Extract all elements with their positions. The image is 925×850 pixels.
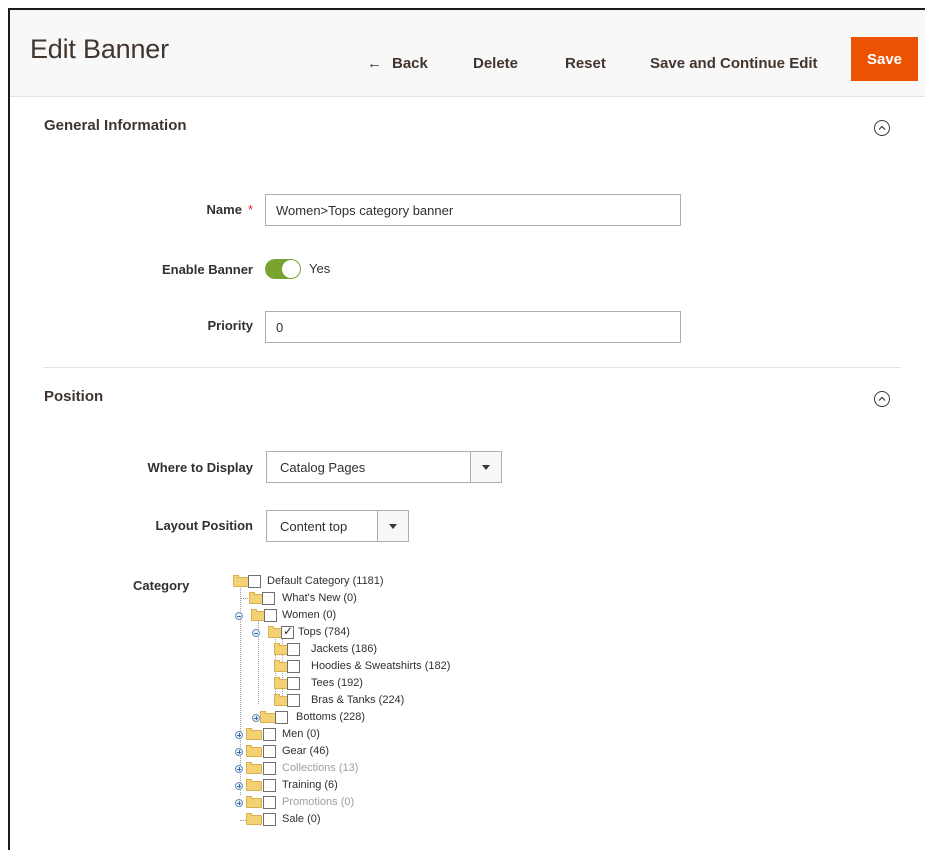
category-label-text: Training (6) xyxy=(282,779,338,791)
folder-icon xyxy=(246,779,262,791)
category-checkbox[interactable] xyxy=(248,575,261,588)
priority-input[interactable] xyxy=(265,311,681,343)
category-checkbox[interactable] xyxy=(287,677,300,690)
tree-expander-icon[interactable] xyxy=(235,731,243,739)
where-to-display-value: Catalog Pages xyxy=(280,460,366,475)
enable-banner-toggle[interactable] xyxy=(265,259,301,279)
folder-icon xyxy=(246,813,262,825)
category-checkbox[interactable] xyxy=(262,592,275,605)
category-label-text: What's New (0) xyxy=(282,592,357,604)
category-label-text: Tees (192) xyxy=(311,677,363,689)
category-checkbox[interactable] xyxy=(281,624,294,639)
name-input[interactable] xyxy=(265,194,681,226)
category-checkbox[interactable] xyxy=(263,728,276,741)
collapse-position-icon[interactable] xyxy=(874,391,890,407)
category-checkbox[interactable] xyxy=(263,813,276,826)
enable-banner-label: Enable Banner xyxy=(161,262,253,277)
tree-expander-icon[interactable] xyxy=(235,765,243,773)
chevron-down-icon xyxy=(377,511,408,541)
where-to-display-label: Where to Display xyxy=(147,460,253,475)
category-label-text: Tops (784) xyxy=(298,626,350,638)
category-label-text: Default Category (1181) xyxy=(267,575,384,587)
tree-expander-icon[interactable] xyxy=(235,799,243,807)
tree-expander-icon[interactable] xyxy=(235,748,243,756)
delete-button[interactable]: Delete xyxy=(473,50,518,76)
category-label-text: Hoodies & Sweatshirts (182) xyxy=(311,660,451,672)
category-label-text: Jackets (186) xyxy=(311,643,378,655)
category-checkbox[interactable] xyxy=(263,745,276,758)
category-label: Category xyxy=(133,578,190,593)
category-label-text: Gear (46) xyxy=(282,745,330,757)
category-checkbox[interactable] xyxy=(264,609,277,622)
category-checkbox[interactable] xyxy=(263,779,276,792)
section-divider xyxy=(43,367,901,368)
general-information-title[interactable]: General Information xyxy=(44,117,187,134)
position-title[interactable]: Position xyxy=(44,388,103,405)
tree-expander-icon[interactable] xyxy=(235,612,243,620)
category-checkbox[interactable] xyxy=(263,762,276,775)
category-checkbox[interactable] xyxy=(287,660,300,673)
tree-expander-icon[interactable] xyxy=(252,629,260,637)
category-label-text: Collections (13) xyxy=(282,762,359,774)
category-label-text: Sale (0) xyxy=(282,813,321,825)
tree-expander-icon[interactable] xyxy=(235,782,243,790)
category-label-text: Bottoms (228) xyxy=(296,711,366,723)
category-label-text: Men (0) xyxy=(282,728,320,740)
back-button-label: Back xyxy=(392,54,428,72)
tree-expander-icon[interactable] xyxy=(252,714,260,722)
category-checkbox[interactable] xyxy=(275,711,288,724)
arrow-left-icon: ← xyxy=(367,54,382,72)
folder-icon xyxy=(246,728,262,740)
layout-position-value: Content top xyxy=(280,519,348,534)
toggle-knob xyxy=(282,260,300,278)
save-and-continue-button[interactable]: Save and Continue Edit xyxy=(650,50,818,76)
required-marker: * xyxy=(247,202,253,217)
category-checkbox[interactable] xyxy=(287,643,300,656)
window-border-left xyxy=(8,8,10,850)
folder-icon xyxy=(246,745,262,757)
save-button[interactable]: Save xyxy=(851,37,918,81)
priority-label: Priority xyxy=(207,318,253,333)
category-checkbox[interactable] xyxy=(263,796,276,809)
folder-icon xyxy=(246,796,262,808)
category-label-text: Bras & Tanks (224) xyxy=(311,694,405,706)
folder-icon xyxy=(260,711,276,723)
reset-button[interactable]: Reset xyxy=(565,50,606,76)
folder-icon xyxy=(246,762,262,774)
category-label-text: Promotions (0) xyxy=(282,796,355,808)
back-button[interactable]: ← Back xyxy=(367,50,428,76)
category-checkbox[interactable] xyxy=(287,694,300,707)
enable-banner-value: Yes xyxy=(309,261,331,276)
collapse-general-icon[interactable] xyxy=(874,120,890,136)
layout-position-select[interactable]: Content top xyxy=(266,510,409,542)
page-header: Edit Banner ← Back Delete Reset Save and … xyxy=(10,10,925,97)
layout-position-label: Layout Position xyxy=(155,518,254,533)
name-label: Name * xyxy=(207,202,253,217)
category-label-text: Women (0) xyxy=(282,609,337,621)
name-label-text: Name xyxy=(206,202,242,217)
chevron-down-icon xyxy=(470,452,501,482)
page-title: Edit Banner xyxy=(30,34,169,64)
where-to-display-select[interactable]: Catalog Pages xyxy=(266,451,502,483)
folder-icon xyxy=(233,575,249,587)
